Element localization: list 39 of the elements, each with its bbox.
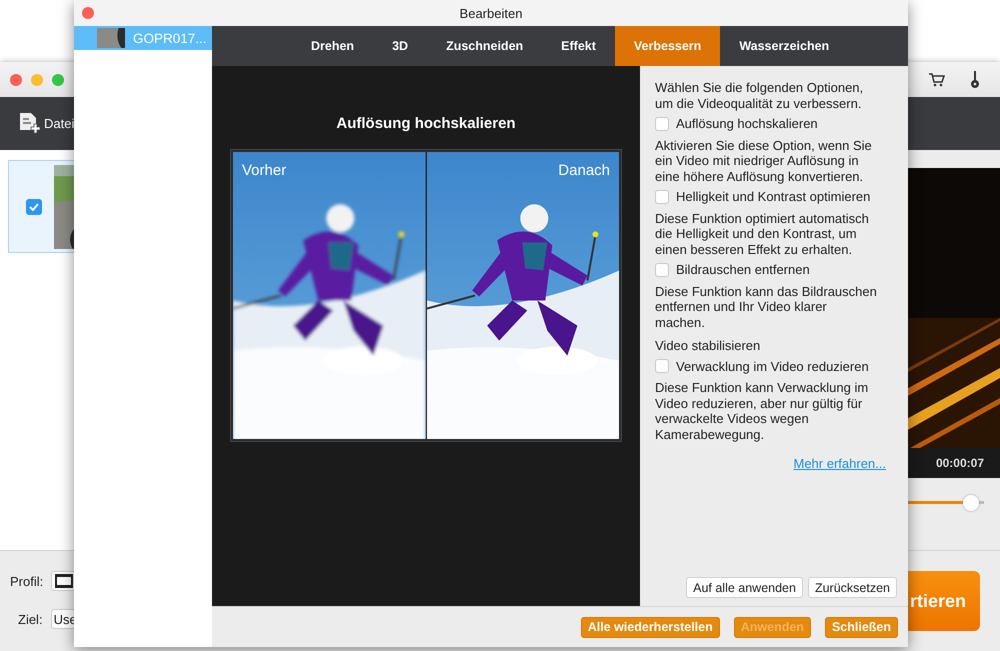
preview-heading: Auflösung hochskalieren	[336, 115, 516, 132]
checkbox[interactable]	[655, 359, 669, 374]
checkbox-label[interactable]: Auflösung hochskalieren	[676, 116, 818, 132]
field-label: Ziel:	[18, 612, 43, 626]
zoom-button[interactable]	[52, 74, 64, 86]
panel-button[interactable]: Zurücksetzen	[808, 577, 897, 598]
checkbox[interactable]	[655, 190, 669, 204]
description-text: Aktivieren Sie diese Option, wenn Sie ein Video mit niedriger Auflösung in eine höhere Auflösung konvertieren.	[655, 138, 873, 184]
checkbox[interactable]	[655, 116, 669, 131]
add-file-icon	[18, 112, 40, 136]
window-title: Bearbeiten	[460, 6, 522, 20]
checkbox-label[interactable]: Verwacklung im Video reduzieren	[676, 358, 869, 374]
tab[interactable]: Wasserzeichen	[720, 26, 848, 66]
close-button[interactable]	[10, 74, 22, 86]
tab[interactable]: Effekt	[542, 26, 615, 66]
panel-button[interactable]: Auf alle anwenden	[686, 577, 803, 598]
checkmark-icon	[29, 202, 39, 210]
key-icon[interactable]	[970, 70, 980, 88]
tab[interactable]: Zuschneiden	[427, 26, 542, 66]
checkbox-label[interactable]: Helligkeit und Kontrast optimieren	[676, 189, 870, 204]
tab[interactable]: 3D	[373, 26, 428, 66]
time-display: 00:00:07	[934, 455, 985, 472]
tab[interactable]: Drehen	[292, 26, 374, 66]
minimize-button[interactable]	[31, 74, 43, 86]
checkbox[interactable]	[655, 262, 669, 277]
before-label: Vorher	[242, 162, 286, 179]
description-text: Wählen Sie die folgenden Optionen, um die Videoqualität zu verbessern.	[655, 80, 864, 111]
section-heading: Video stabilisieren	[655, 338, 762, 354]
add-file-button[interactable]: Datei	[18, 112, 74, 136]
description-text: Diese Funktion optimiert automatisch die Helligkeit und den Kontrast, um einen besseren Effekt zu erhalten.	[655, 210, 870, 257]
checkbox[interactable]	[26, 198, 42, 214]
after-label: Danach	[558, 162, 610, 179]
checkbox-label[interactable]: Bildrauschen entfernen	[676, 262, 810, 278]
cart-icon[interactable]	[929, 72, 945, 86]
file-name: GOPR017...	[133, 30, 207, 46]
close-button[interactable]	[82, 7, 94, 19]
field-label: Profil:	[10, 574, 44, 588]
description-text: Diese Funktion kann das Bildrauschen entfernen und Ihr Video klarer machen.	[655, 284, 878, 330]
description-text: Diese Funktion kann Verwacklung im Video reduzieren, aber nur gültig für verwackelte Videos wegen Kamerabewegung.	[655, 380, 870, 442]
